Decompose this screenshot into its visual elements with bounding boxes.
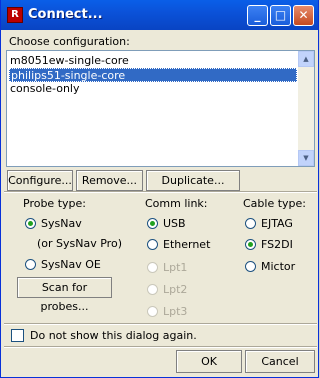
scroll-down-icon[interactable]: ▼ [298,150,314,166]
window-title: Connect... [28,7,103,22]
radio-disabled-icon [147,284,158,295]
connect-dialog: R Connect... _ □ ✕ Choose configuration:… [0,0,319,378]
maximize-button[interactable]: □ [270,5,291,26]
config-item-philips51[interactable]: philips51-single-core [9,68,297,82]
title-bar[interactable]: R Connect... _ □ ✕ [1,0,318,30]
do-not-show-label: Do not show this dialog again. [30,329,197,342]
duplicate-button[interactable]: Duplicate... [146,170,240,191]
minimize-button[interactable]: _ [247,5,268,26]
probe-type-label: Probe type: [23,197,86,210]
probe-sysnav-note: (or SysNav Pro) [37,237,122,250]
scroll-up-icon[interactable]: ▲ [298,51,314,67]
radio-selected-icon[interactable] [25,218,36,229]
cable-type-label: Cable type: [243,197,307,210]
radio-icon[interactable] [25,259,36,270]
radio-icon[interactable] [147,239,158,250]
radio-disabled-icon [147,306,158,317]
comm-link-label: Comm link: [145,197,208,210]
configuration-list[interactable]: m8051ew-single-core philips51-single-cor… [6,50,315,167]
app-icon: R [7,7,23,23]
radio-icon[interactable] [245,261,256,272]
scan-for-probes-button[interactable]: Scan for probes... [17,277,112,313]
configure-button[interactable]: Configure... [7,170,73,191]
remove-button[interactable]: Remove... [76,170,143,191]
config-item-m8051ew[interactable]: m8051ew-single-core [9,54,297,68]
radio-selected-icon[interactable] [245,239,256,250]
do-not-show-checkbox[interactable] [11,329,24,342]
radio-icon[interactable] [245,218,256,229]
ok-button[interactable]: OK [176,350,242,373]
cancel-button[interactable]: Cancel [245,350,315,373]
config-item-console-only[interactable]: console-only [9,82,297,96]
list-scrollbar[interactable]: ▲ ▼ [298,51,314,166]
radio-disabled-icon [147,262,158,273]
separator [4,323,317,325]
close-button[interactable]: ✕ [293,5,314,26]
radio-selected-icon[interactable] [147,218,158,229]
choose-configuration-label: Choose configuration: [9,35,130,48]
separator [4,346,317,348]
separator [4,191,317,193]
